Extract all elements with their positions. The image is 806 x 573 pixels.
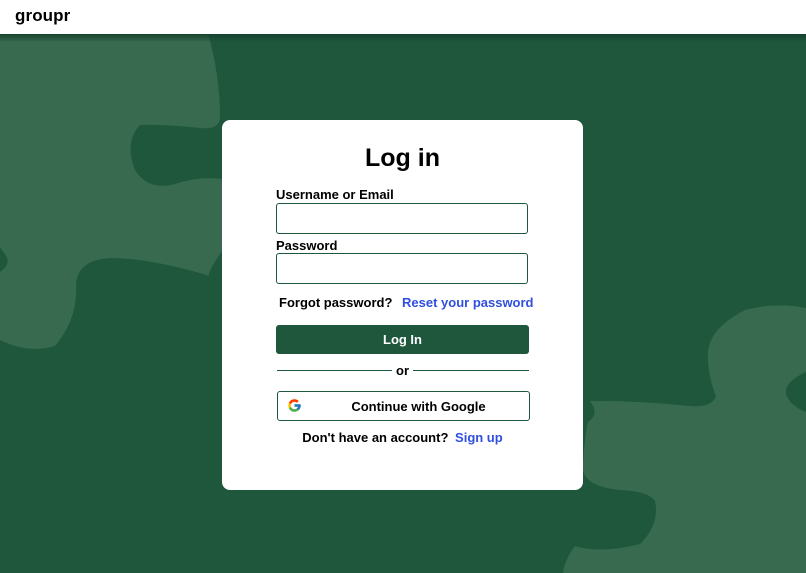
password-input[interactable]: [276, 253, 528, 284]
navbar-shadow: [0, 34, 806, 42]
top-navbar: groupr: [0, 0, 806, 34]
login-button[interactable]: Log In: [276, 325, 529, 354]
reset-password-link[interactable]: Reset your password: [402, 295, 534, 310]
password-label: Password: [276, 238, 338, 253]
puzzle-shape-top-left: [0, 34, 222, 349]
username-input[interactable]: [276, 203, 528, 234]
divider-line-left: [277, 370, 392, 371]
divider-line-right: [413, 370, 529, 371]
login-card: Log in Username or Email Password Forgot…: [222, 120, 583, 490]
signup-prompt-text: Don't have an account?: [302, 430, 449, 445]
divider-or-text: or: [396, 363, 409, 378]
google-signin-button[interactable]: Continue with Google: [277, 391, 530, 421]
forgot-password-text: Forgot password?: [279, 295, 393, 310]
background-area: Log in Username or Email Password Forgot…: [0, 34, 806, 573]
username-label: Username or Email: [276, 187, 394, 202]
google-g-icon: [288, 399, 301, 412]
signup-link[interactable]: Sign up: [455, 430, 503, 445]
signup-row: Don't have an account? Sign up: [222, 430, 583, 445]
brand-logo[interactable]: groupr: [15, 6, 70, 26]
puzzle-shape-bottom-right: [563, 305, 806, 573]
forgot-password-row: Forgot password? Reset your password: [279, 295, 534, 310]
page-title: Log in: [365, 144, 440, 172]
google-signin-label: Continue with Google: [351, 399, 486, 414]
